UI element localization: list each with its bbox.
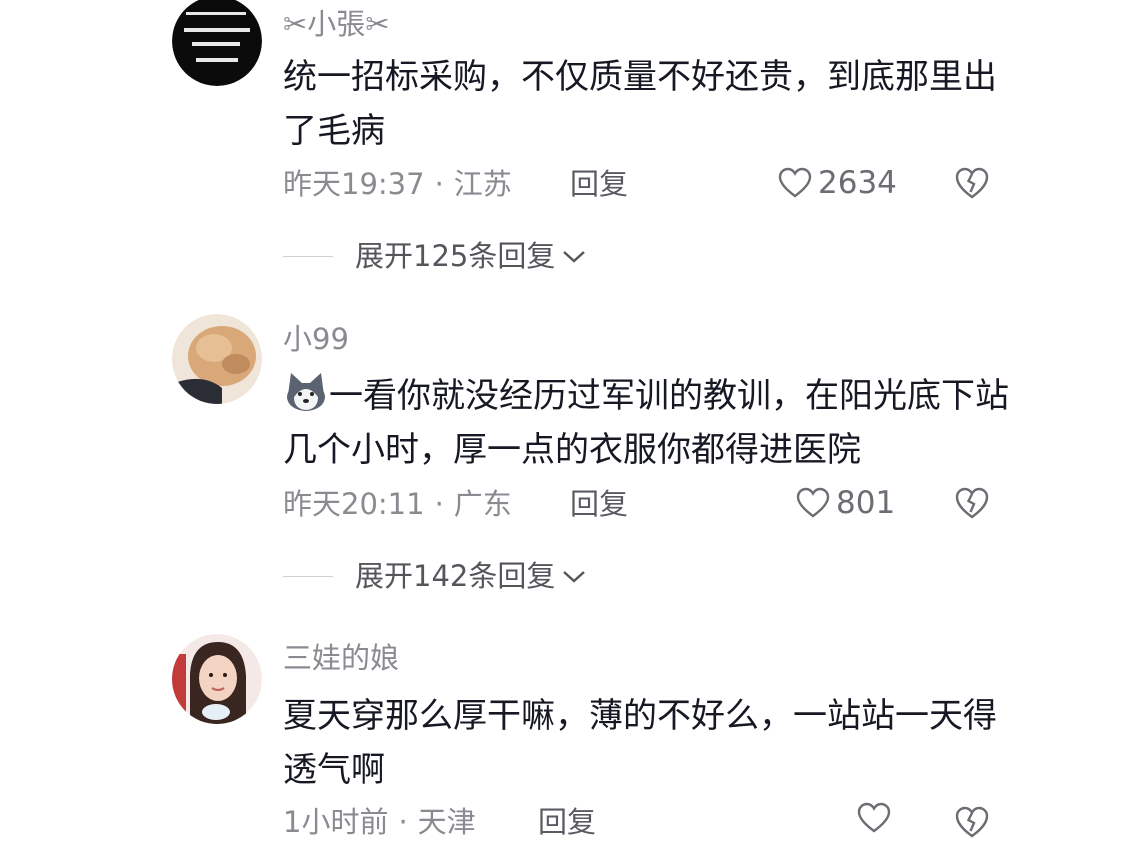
comment-text: 一看你就没经历过军训的教训，在阳光底下站几个小时，厚一点的衣服你都得进医院 bbox=[283, 369, 1013, 477]
username[interactable]: ✂小張✂ bbox=[283, 6, 390, 42]
meta-separator: · bbox=[434, 167, 444, 201]
expand-replies-label: 展开125条回复 bbox=[355, 239, 556, 273]
black-calligraphy-avatar-icon bbox=[172, 0, 262, 86]
like-button[interactable]: 801 bbox=[796, 483, 895, 523]
heart-icon bbox=[778, 167, 812, 198]
comment-meta: 昨天19:37 · 江苏 bbox=[283, 164, 512, 204]
comment-time: 1小时前 bbox=[283, 805, 389, 839]
comment-text: 统一招标采购，不仅质量不好还贵，到底那里出了毛病 bbox=[283, 57, 997, 151]
expand-replies-button[interactable]: 展开142条回复 bbox=[283, 556, 587, 596]
expand-replies-label: 展开142条回复 bbox=[355, 559, 556, 593]
username[interactable]: 小99 bbox=[283, 321, 349, 357]
divider bbox=[283, 255, 333, 257]
cat-photo-avatar-icon bbox=[172, 314, 262, 404]
comment-meta: 昨天20:11 · 广东 bbox=[283, 484, 512, 524]
like-button[interactable] bbox=[857, 802, 897, 834]
like-count: 2634 bbox=[818, 165, 897, 201]
chevron-down-icon bbox=[563, 571, 586, 583]
reply-button[interactable]: 回复 bbox=[570, 484, 628, 524]
like-count: 801 bbox=[836, 485, 896, 521]
comment-time: 昨天19:37 bbox=[283, 167, 425, 201]
reply-button[interactable]: 回复 bbox=[538, 802, 596, 842]
avatar[interactable] bbox=[172, 634, 262, 724]
comment-text: 夏天穿那么厚干嘛，薄的不好么，一站站一天得透气啊 bbox=[283, 696, 997, 790]
woman-photo-avatar-icon bbox=[172, 634, 262, 724]
avatar[interactable] bbox=[172, 0, 262, 86]
like-button[interactable]: 2634 bbox=[778, 163, 897, 203]
broken-heart-icon[interactable] bbox=[954, 166, 990, 200]
divider bbox=[283, 575, 333, 577]
broken-heart-icon[interactable] bbox=[954, 805, 990, 839]
chevron-down-icon bbox=[563, 251, 586, 263]
comment-text-body: 一看你就没经历过军训的教训，在阳光底下站几个小时，厚一点的衣服你都得进医院 bbox=[283, 376, 1009, 470]
username[interactable]: 三娃的娘 bbox=[283, 640, 399, 676]
meta-separator: · bbox=[398, 805, 408, 839]
heart-icon bbox=[796, 487, 830, 518]
comment-location: 天津 bbox=[417, 805, 476, 839]
husky-emoji-icon bbox=[287, 373, 325, 411]
comment-location: 广东 bbox=[453, 487, 512, 521]
comment-location: 江苏 bbox=[453, 167, 512, 201]
meta-separator: · bbox=[434, 487, 444, 521]
heart-icon bbox=[857, 802, 891, 833]
expand-replies-button[interactable]: 展开125条回复 bbox=[283, 236, 587, 276]
comment-meta: 1小时前 · 天津 bbox=[283, 802, 476, 842]
avatar[interactable] bbox=[172, 314, 262, 404]
broken-heart-icon[interactable] bbox=[954, 486, 990, 520]
reply-button[interactable]: 回复 bbox=[570, 164, 628, 204]
comment-time: 昨天20:11 bbox=[283, 487, 425, 521]
